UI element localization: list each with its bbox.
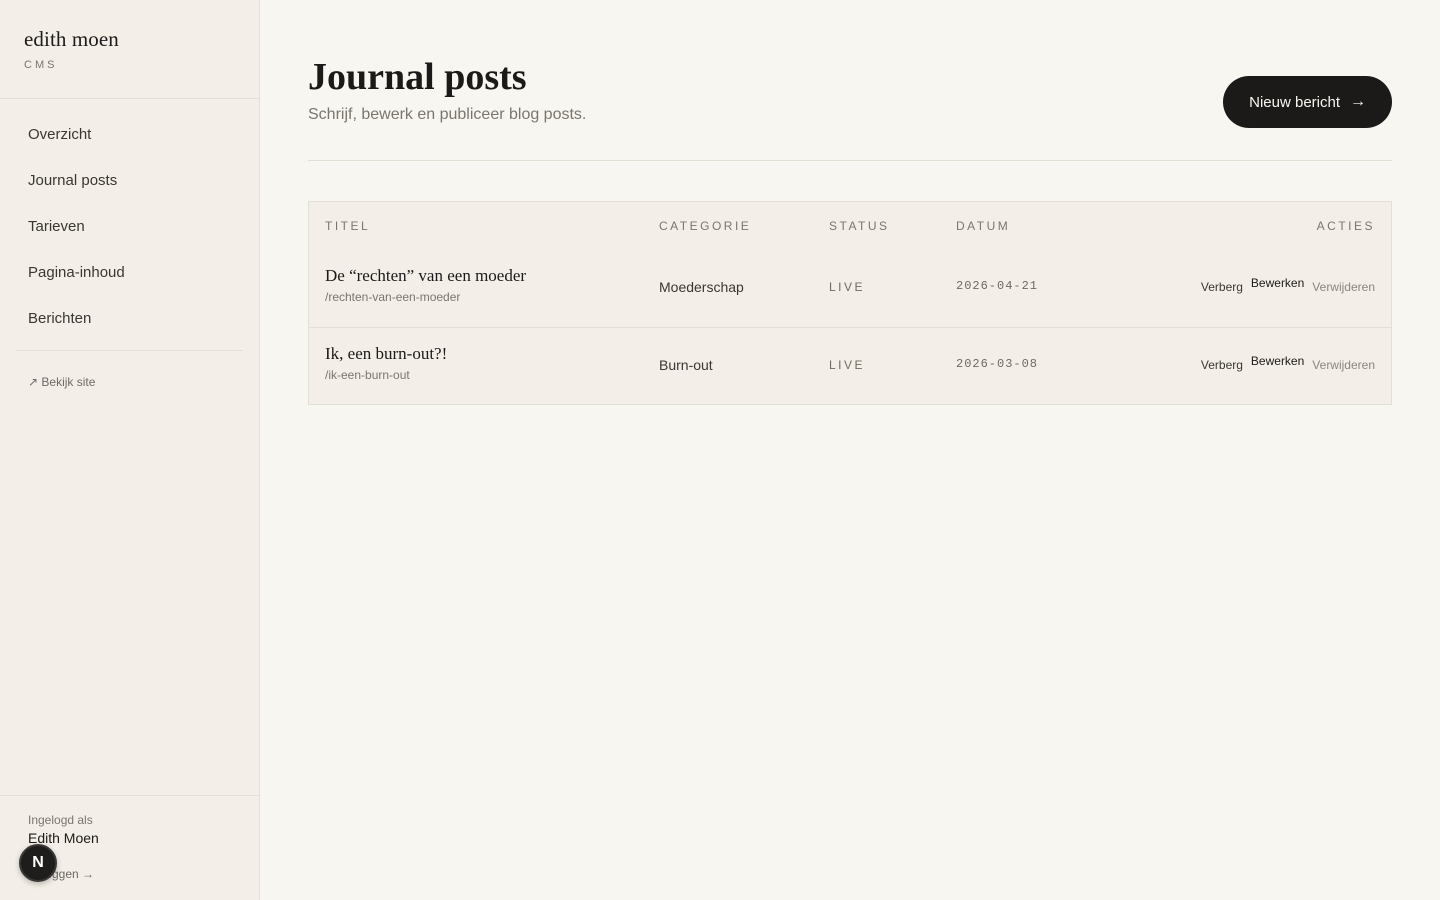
hide-button[interactable]: Verberg	[1201, 280, 1243, 294]
column-header-category: CATEGORIE	[659, 219, 752, 233]
sidebar-nav: Overzicht Journal posts Tarieven Pagina-…	[0, 99, 259, 350]
status-badge: LIVE	[829, 358, 866, 372]
arrow-right-icon: →	[1350, 93, 1366, 110]
new-post-button-label: Nieuw bericht	[1249, 93, 1340, 111]
post-title: Ik, een burn-out?!	[325, 344, 448, 363]
logged-in-label: Ingelogd als	[28, 813, 93, 827]
sidebar-footer: Ingelogd als Edith Moen Uitloggen → N	[0, 795, 259, 900]
brand-name: edith moen	[24, 27, 119, 51]
table-header: TITEL CATEGORIE STATUS DATUM ACTIES	[309, 202, 1391, 250]
brand-subtitle: CMS	[24, 59, 58, 71]
post-title-cell: Ik, een burn-out?! /ik-een-burn-out	[325, 344, 447, 382]
sidebar-item-berichten[interactable]: Berichten	[0, 304, 259, 350]
post-category: Burn-out	[659, 357, 713, 373]
page-subtitle: Schrijf, bewerk en publiceer blog posts.	[308, 106, 587, 123]
sidebar-item-pagina-inhoud[interactable]: Pagina-inhoud	[0, 258, 259, 304]
status-badge: LIVE	[829, 280, 866, 294]
edit-button[interactable]: Bewerken	[1251, 354, 1304, 372]
page-title: Journal posts	[308, 56, 527, 98]
dev-tools-badge-icon[interactable]: N	[19, 844, 57, 882]
header-divider	[308, 160, 1392, 161]
row-actions: Verberg Bewerken Verwijderen	[1201, 354, 1375, 372]
column-header-date: DATUM	[956, 219, 1011, 233]
hide-button[interactable]: Verberg	[1201, 358, 1243, 372]
post-date: 2026-04-21	[956, 279, 1039, 293]
new-post-button[interactable]: Nieuw bericht →	[1223, 76, 1392, 128]
post-slug: /rechten-van-een-moeder	[325, 290, 461, 304]
post-category: Moederschap	[659, 279, 744, 295]
row-actions: Verberg Bewerken Verwijderen	[1201, 276, 1375, 294]
post-title: De “rechten” van een moeder	[325, 266, 527, 285]
delete-button[interactable]: Verwijderen	[1312, 280, 1375, 294]
view-site-link[interactable]: ↗ Bekijk site	[0, 351, 259, 389]
sidebar: edith moen CMS Overzicht Journal posts T…	[0, 0, 260, 900]
post-date: 2026-03-08	[956, 357, 1039, 371]
column-header-status: STATUS	[829, 219, 890, 233]
sidebar-item-journal-posts[interactable]: Journal posts	[0, 166, 259, 212]
table-row: De “rechten” van een moeder /rechten-van…	[309, 250, 1391, 327]
table-row: Ik, een burn-out?! /ik-een-burn-out Burn…	[309, 327, 1391, 404]
sidebar-item-overzicht[interactable]: Overzicht	[0, 120, 259, 166]
edit-button[interactable]: Bewerken	[1251, 276, 1304, 294]
post-slug: /ik-een-burn-out	[325, 368, 410, 382]
post-title-cell: De “rechten” van een moeder /rechten-van…	[325, 266, 526, 304]
sidebar-item-tarieven[interactable]: Tarieven	[0, 212, 259, 258]
column-header-actions: ACTIES	[1316, 219, 1375, 233]
brand: edith moen CMS	[0, 0, 259, 99]
posts-table: TITEL CATEGORIE STATUS DATUM ACTIES De “…	[308, 201, 1392, 405]
delete-button[interactable]: Verwijderen	[1312, 358, 1375, 372]
column-header-title: TITEL	[325, 219, 371, 233]
